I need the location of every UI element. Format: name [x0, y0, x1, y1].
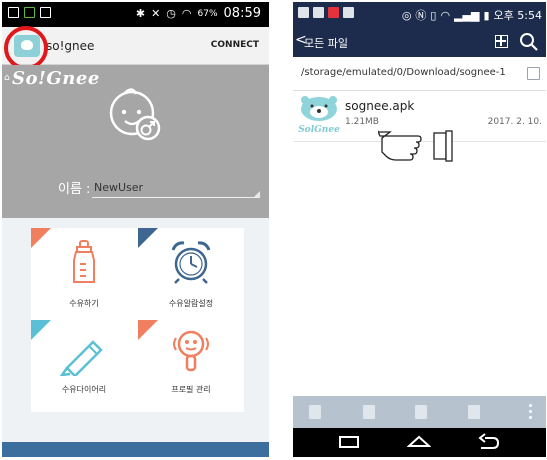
battery-icon: ▮ [483, 8, 490, 22]
search-icon[interactable] [519, 32, 539, 52]
status-bar: ✱ ✕ ◷ ◠ 67% 08:59 [2, 2, 269, 27]
back-nav-button[interactable] [477, 433, 501, 451]
highlight-circle [4, 26, 48, 70]
recent-apps-button[interactable] [337, 433, 361, 451]
status-time: 08:59 [223, 6, 261, 21]
move-button[interactable] [363, 405, 375, 419]
wifi-icon: ◠ [181, 7, 192, 20]
menu-label: 수유하기 [69, 299, 99, 308]
right-phone-screen: ◎ Ⓝ ▯ ◠ ▂▄▆ ▮ 오후 5:54 < 모든 파일 /storage/e… [293, 2, 546, 457]
breadcrumb: /storage/emulated/0/Download/sognee-1 [293, 57, 546, 91]
menu-label: 수유다이어리 [61, 385, 107, 394]
left-phone-screen: ✱ ✕ ◷ ◠ 67% 08:59 so!gnee CONNECT ⌂ So!G… [2, 2, 269, 457]
move-icon [363, 405, 375, 419]
connect-button[interactable]: CONNECT [211, 40, 259, 50]
bottom-bar [2, 442, 269, 457]
tile-corner [31, 320, 51, 340]
image-icon [40, 7, 51, 18]
menu-tile-feeding[interactable]: 수유하기 [31, 228, 137, 320]
signal-battery-label: 67% [197, 8, 218, 19]
new-folder-icon [309, 405, 321, 419]
app-title: so!gnee [46, 39, 95, 53]
notification-icon [298, 7, 309, 18]
path-label: /storage/emulated/0/Download/sognee-1 [301, 67, 506, 78]
menu-grid: 수유하기 수유알람설정 수유다이어리 프로필 관리 [31, 228, 244, 412]
tile-corner [31, 228, 51, 248]
vibrate-icon: ▯ [430, 8, 437, 22]
delete-button[interactable] [468, 405, 480, 419]
apk-file-icon: SolGnee [298, 96, 340, 135]
bottom-toolbar [293, 396, 546, 428]
menu-tile-profile[interactable]: 프로필 관리 [138, 320, 244, 412]
name-field[interactable]: NewUser [94, 181, 143, 194]
notification-icon [8, 7, 19, 18]
grid-view-icon[interactable] [495, 35, 508, 48]
signal-icon: ▂▄▆ [454, 8, 480, 22]
app-bar: < 모든 파일 [293, 27, 546, 57]
path-up-icon[interactable] [527, 67, 540, 80]
bluetooth-icon: ✱ [135, 7, 146, 20]
file-name: sognee.apk [345, 99, 415, 113]
home-button[interactable] [407, 433, 431, 451]
wifi-icon: ◠ [440, 8, 451, 22]
page-title: 모든 파일 [304, 37, 348, 50]
name-field-underline [92, 197, 260, 198]
app-notification-icon [328, 7, 339, 18]
name-label: 이름 : [58, 182, 91, 197]
pointing-hand-icon [378, 129, 453, 162]
profile-section: ⌂ So!Gnee 이름 : NewUser [2, 65, 269, 218]
trash-icon [468, 405, 480, 419]
navigation-bar [293, 428, 546, 457]
status-time: 오후 5:54 [493, 9, 542, 22]
menu-tile-alarm[interactable]: 수유알람설정 [138, 228, 244, 320]
file-size: 1.21MB [345, 117, 379, 127]
nfc-icon: ◎ [401, 8, 412, 22]
app-notification-icon [24, 7, 35, 18]
copy-icon [415, 405, 427, 419]
home-icon[interactable]: ⌂ [4, 73, 10, 83]
new-folder-button[interactable] [309, 405, 321, 419]
tile-corner [138, 228, 158, 248]
baby-avatar-icon[interactable] [106, 83, 164, 143]
menu-label: 수유알람설정 [168, 299, 214, 308]
image-icon [343, 7, 354, 18]
status-bar: ◎ Ⓝ ▯ ◠ ▂▄▆ ▮ 오후 5:54 [293, 2, 546, 27]
n-icon: Ⓝ [415, 9, 427, 22]
copy-button[interactable] [415, 405, 427, 419]
menu-label: 프로필 관리 [171, 385, 211, 394]
alarm-clock-icon [171, 241, 211, 284]
menu-area: 수유하기 수유알람설정 수유다이어리 프로필 관리 [2, 218, 269, 442]
pencil-icon [59, 340, 103, 376]
file-date: 2017. 2. 10. [487, 117, 542, 127]
tile-corner [138, 320, 158, 340]
menu-tile-diary[interactable]: 수유다이어리 [31, 320, 137, 412]
name-field-corner [254, 191, 260, 197]
rattle-icon [173, 330, 209, 372]
alarm-icon: ◷ [166, 7, 176, 20]
brand-logo: So!Gnee [12, 68, 100, 89]
more-options-icon[interactable] [529, 404, 532, 420]
mute-icon: ✕ [151, 7, 161, 20]
apk-icon-text: SolGnee [298, 125, 340, 135]
check-icon [313, 7, 324, 18]
baby-bottle-icon [73, 240, 95, 283]
